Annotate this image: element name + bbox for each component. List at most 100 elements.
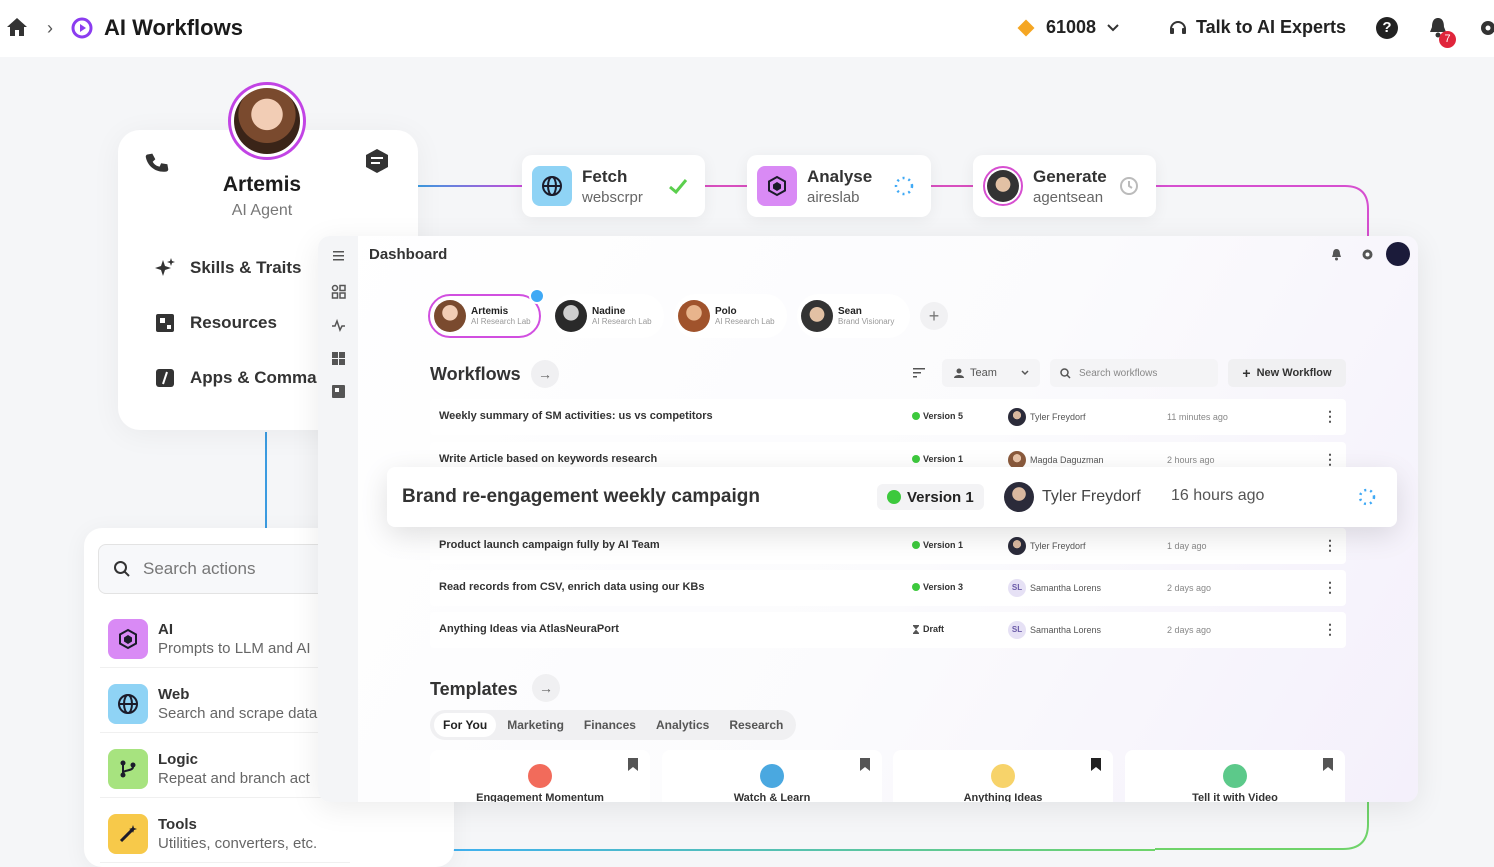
more-options-icon[interactable]: ⋮	[1323, 451, 1337, 468]
bookmark-icon[interactable]	[1323, 758, 1333, 771]
tab-analytics[interactable]: Analytics	[647, 713, 718, 737]
chat-badge-icon	[529, 288, 545, 304]
action-item-ai[interactable]: AI Prompts to LLM and AI	[100, 610, 350, 668]
bookmark-icon[interactable]	[628, 758, 638, 771]
agent-chip-sean[interactable]: Sean Brand Visionary	[797, 294, 910, 338]
bell-icon[interactable]	[1330, 248, 1343, 261]
flow-node-generate[interactable]: Generate agentsean	[973, 155, 1156, 217]
clock-icon	[1120, 177, 1138, 195]
more-options-icon[interactable]: ⋮	[1323, 579, 1337, 596]
spinner-icon	[1358, 488, 1376, 506]
template-name: Tell it with Video	[1192, 792, 1278, 802]
tab-finances[interactable]: Finances	[575, 713, 645, 737]
agent-chip-nadine[interactable]: Nadine AI Research Lab	[551, 294, 664, 338]
flow-node-analyse[interactable]: Analyse aireslab	[747, 155, 931, 217]
tab-for-you[interactable]: For You	[434, 713, 497, 737]
workflow-time: 11 minutes ago	[1167, 412, 1228, 422]
cube-icon	[108, 618, 148, 659]
template-card[interactable]: Anything Ideas	[893, 750, 1113, 802]
chevron-down-icon	[1107, 23, 1119, 31]
help-icon[interactable]: ?	[1376, 17, 1398, 39]
workflow-owner: Tyler Freydorf	[1008, 408, 1086, 426]
credits-dropdown[interactable]: 61008	[1017, 17, 1120, 38]
menu-item-label: Apps & Comma	[190, 367, 317, 387]
workflow-name: Brand re-engagement weekly campaign	[402, 486, 760, 507]
gear-icon[interactable]	[1478, 17, 1494, 39]
tab-marketing[interactable]: Marketing	[498, 713, 573, 737]
table-row[interactable]: Read records from CSV, enrich data using…	[430, 570, 1346, 606]
menu-item-skills[interactable]: Skills & Traits	[134, 240, 334, 295]
agent-photo	[234, 88, 300, 154]
home-icon[interactable]	[6, 17, 28, 37]
workflow-time: 1 day ago	[1167, 541, 1207, 551]
app-logo-icon	[71, 17, 93, 39]
more-options-icon[interactable]: ⋮	[1323, 537, 1337, 554]
agent-chip-artemis[interactable]: Artemis AI Research Lab	[428, 288, 545, 338]
workflow-owner: SL Samantha Lorens	[1008, 621, 1101, 639]
sort-icon[interactable]	[912, 366, 926, 380]
template-card[interactable]: Tell it with Video	[1125, 750, 1345, 802]
tab-research[interactable]: Research	[720, 713, 792, 737]
agent-chip-org: AI Research Lab	[471, 317, 531, 326]
action-desc: Search and scrape data	[158, 704, 318, 722]
search-actions-placeholder: Search actions	[143, 559, 256, 578]
bookmark-icon[interactable]	[1091, 758, 1101, 771]
wand-icon	[108, 813, 148, 854]
avatar	[434, 300, 466, 332]
avatar	[1004, 482, 1034, 512]
menu-item-resources[interactable]: Resources	[134, 295, 334, 350]
template-card[interactable]: Engagement Momentum	[430, 750, 650, 802]
globe-icon	[108, 683, 148, 724]
workflow-time: 16 hours ago	[1171, 487, 1265, 504]
add-agent-button[interactable]: +	[920, 302, 948, 330]
new-workflow-button[interactable]: + New Workflow	[1228, 359, 1346, 387]
agent-chip-name: Nadine	[592, 306, 626, 317]
action-item-logic[interactable]: Logic Repeat and branch act	[100, 740, 350, 798]
chat-icon[interactable]	[364, 147, 390, 175]
action-name: Logic	[158, 750, 198, 768]
agent-role: AI Agent	[231, 202, 293, 219]
gear-icon[interactable]	[1361, 248, 1374, 261]
flow-node-fetch[interactable]: Fetch webscrpr	[522, 155, 705, 217]
more-options-icon[interactable]: ⋮	[1323, 408, 1337, 425]
more-options-icon[interactable]: ⋮	[1323, 621, 1337, 638]
agent-chips: Artemis AI Research Lab Nadine AI Research…	[428, 288, 948, 338]
team-select-label: Team	[970, 367, 997, 379]
headset-icon	[1170, 20, 1186, 34]
connector-line	[450, 849, 1155, 851]
talk-to-experts-button[interactable]: Talk to AI Experts	[1168, 17, 1346, 38]
workflows-arrow-icon[interactable]: →	[531, 360, 559, 388]
agent-chip-polo[interactable]: Polo AI Research Lab	[674, 294, 787, 338]
phone-icon[interactable]	[144, 150, 170, 176]
agent-avatar[interactable]	[228, 82, 306, 160]
node-name: Analyse	[807, 166, 873, 186]
action-name: AI	[158, 620, 173, 638]
agent-chip-name: Artemis	[471, 306, 509, 317]
templates-title: Templates	[430, 679, 518, 699]
notification-badge: 7	[1439, 31, 1456, 48]
table-row[interactable]: Product launch campaign fully by AI Team…	[430, 528, 1346, 564]
avatar	[801, 300, 833, 332]
workflow-time: 2 hours ago	[1167, 455, 1215, 465]
action-desc: Prompts to LLM and AI	[158, 639, 311, 657]
team-select[interactable]: Team	[942, 359, 1040, 387]
template-name: Watch & Learn	[733, 792, 811, 802]
action-desc: Repeat and branch act	[158, 769, 310, 787]
new-workflow-label: New Workflow	[1256, 367, 1332, 379]
templates-arrow-icon[interactable]: →	[532, 674, 560, 702]
template-card[interactable]: Watch & Learn	[662, 750, 882, 802]
template-icon	[528, 764, 552, 788]
brand-logo[interactable]	[1386, 242, 1410, 266]
search-workflows-input[interactable]: Search workflows	[1050, 359, 1218, 387]
connector-line	[931, 185, 973, 187]
bookmark-icon[interactable]	[860, 758, 870, 771]
menu-item-apps[interactable]: Apps & Comma	[134, 350, 334, 405]
table-row[interactable]: Weekly summary of SM activities: us vs c…	[430, 399, 1346, 435]
action-item-web[interactable]: Web Search and scrape data	[100, 675, 350, 733]
action-item-tools[interactable]: Tools Utilities, converters, etc.	[100, 805, 350, 863]
diamond-icon	[1017, 19, 1035, 36]
workflow-owner: SL Samantha Lorens	[1008, 579, 1101, 597]
table-row[interactable]: Anything Ideas via AtlasNeuraPort Draft …	[430, 612, 1346, 648]
template-tabs: For You Marketing Finances Analytics Res…	[430, 710, 797, 740]
highlighted-workflow-row[interactable]: Brand re-engagement weekly campaign Vers…	[387, 467, 1397, 527]
